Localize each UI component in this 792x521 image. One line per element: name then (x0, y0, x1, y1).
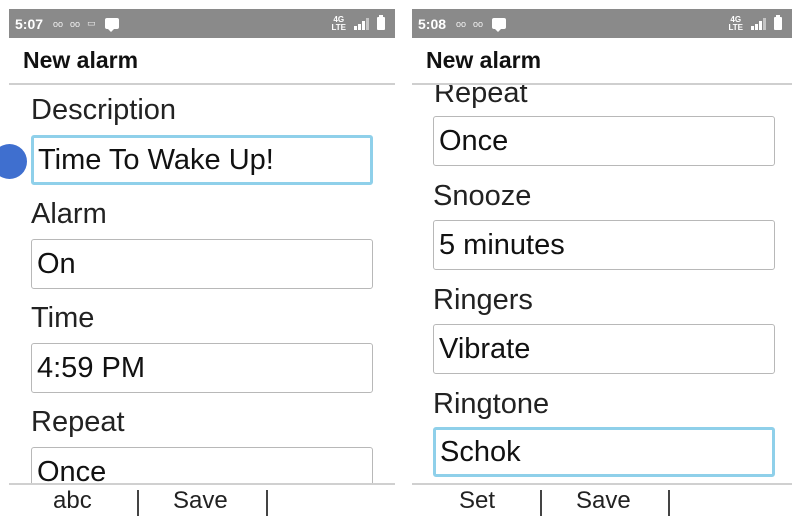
form-content[interactable]: Repeat Once Snooze 5 minutes Ringers Vib… (412, 85, 792, 485)
softkey-divider (668, 490, 670, 516)
lte-icon: 4G LTE (331, 14, 346, 32)
softkey-bar: Set Save (412, 483, 792, 521)
message-icon (104, 18, 119, 32)
ringtone-field[interactable]: Schok (433, 427, 775, 477)
status-time: 5:07 (15, 15, 44, 32)
softkey-divider (266, 490, 268, 516)
repeat-label: Repeat (31, 406, 125, 438)
voicemail-icon: oo (53, 18, 64, 29)
battery-icon (774, 15, 782, 30)
lte-icon: 4G LTE (728, 14, 743, 32)
page-title: New alarm (9, 38, 395, 85)
description-field[interactable]: Time To Wake Up! (31, 135, 373, 185)
status-bar: 5:08 oo oo 4G LTE (412, 9, 792, 38)
softkey-divider (540, 490, 542, 516)
message-icon (492, 18, 507, 32)
softkey-save[interactable]: Save (173, 487, 228, 515)
softkey-save[interactable]: Save (576, 487, 631, 515)
softkey-bar: abc Save (9, 483, 395, 521)
time-field[interactable]: 4:59 PM (31, 343, 373, 393)
keyboard-icon: ▭ (87, 18, 96, 28)
alarm-field[interactable]: On (31, 239, 373, 289)
voicemail-icon: oo (70, 18, 81, 29)
signal-icon (354, 17, 369, 30)
status-time: 5:08 (418, 15, 447, 32)
snooze-label: Snooze (433, 180, 532, 212)
softkey-left-abc[interactable]: abc (53, 487, 92, 515)
battery-icon (377, 15, 385, 30)
softkey-set[interactable]: Set (459, 487, 495, 515)
signal-icon (751, 17, 766, 30)
snooze-field[interactable]: 5 minutes (433, 220, 775, 270)
ringers-field[interactable]: Vibrate (433, 324, 775, 374)
status-bar: 5:07 oo oo ▭ 4G LTE (9, 9, 395, 38)
form-content[interactable]: Description Time To Wake Up! Alarm On Ti… (9, 85, 395, 485)
repeat-field[interactable]: Once (433, 116, 775, 166)
page-title: New alarm (412, 38, 792, 85)
softkey-divider (137, 490, 139, 516)
repeat-field[interactable]: Once (31, 447, 373, 485)
repeat-label: Repeat (434, 85, 528, 109)
ringers-label: Ringers (433, 284, 533, 316)
left-phone-screen: 5:07 oo oo ▭ 4G LTE New alarm Description… (9, 9, 395, 521)
ringtone-label: Ringtone (433, 388, 550, 420)
alarm-label: Alarm (31, 198, 107, 230)
right-phone-screen: 5:08 oo oo 4G LTE New alarm Repeat Once S… (412, 9, 792, 521)
voicemail-icon: oo (473, 18, 484, 29)
voicemail-icon: oo (456, 18, 467, 29)
time-label: Time (31, 302, 95, 334)
description-label: Description (31, 94, 177, 126)
